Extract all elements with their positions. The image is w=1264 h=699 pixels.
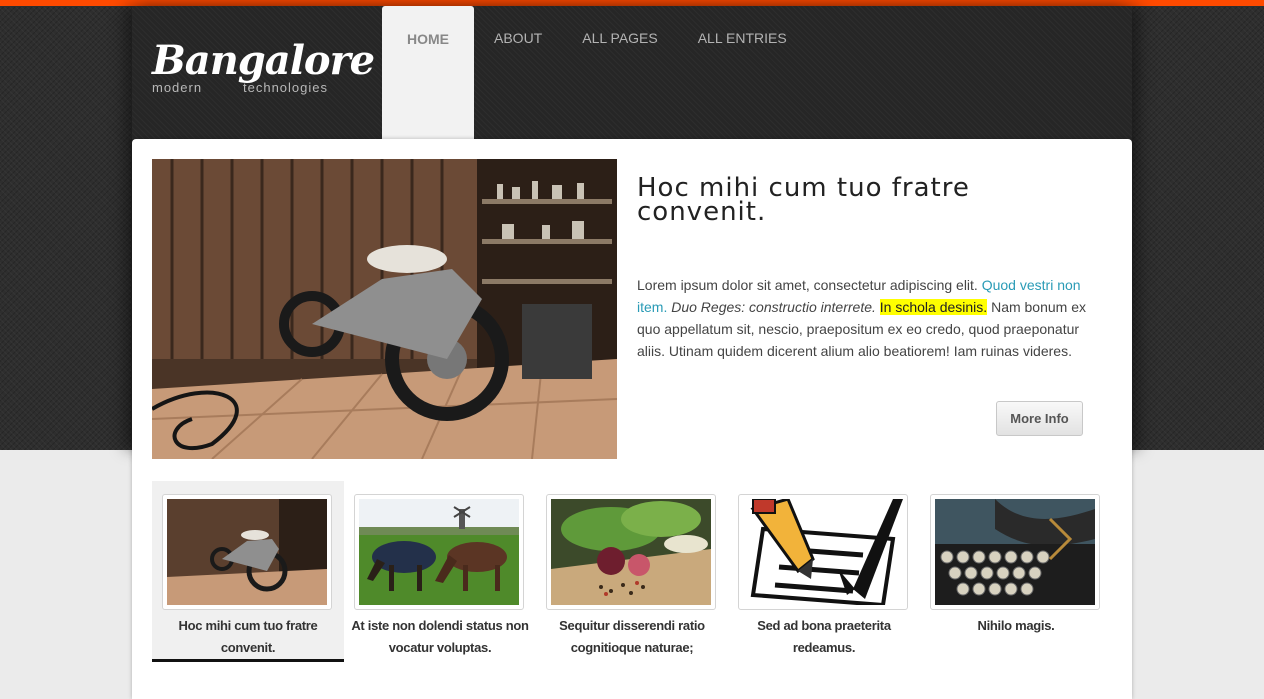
thumbnail-frame: [162, 494, 332, 610]
thumbnail-caption: Sed ad bona praeterita redeamus.: [757, 618, 891, 655]
thumbnail-image-motorcycle-garage: [167, 499, 327, 605]
nav-item-home[interactable]: HOME: [382, 6, 474, 139]
nav-item-about[interactable]: ABOUT: [474, 6, 562, 138]
hero-image-motorcycle-garage: [152, 159, 617, 459]
thumbnail-caption: Sequitur disserendi ratio cognitioque na…: [559, 618, 705, 655]
hero-paragraph: Lorem ipsum dolor sit amet, consectetur …: [637, 274, 1099, 362]
hero-heading: Hoc mihi cum tuo fratre convenit.: [637, 173, 970, 227]
thumbnail-frame: [354, 494, 524, 610]
hero-highlight-text: In schola desinis.: [879, 299, 988, 315]
content-card: Hoc mihi cum tuo fratre convenit. Lorem …: [132, 139, 1132, 699]
thumbnail-item-3[interactable]: Sequitur disserendi ratio cognitioque na…: [536, 481, 728, 659]
thumbnail-image-vintage-typewriter: [935, 499, 1095, 605]
thumbnail-item-5[interactable]: Nihilo magis.: [920, 481, 1112, 659]
thumbnail-item-4[interactable]: Sed ad bona praeterita redeamus.: [728, 481, 920, 659]
nav-item-all-entries[interactable]: ALL ENTRIES: [678, 6, 807, 138]
logo-tagline-left: modern: [152, 80, 203, 95]
site-logo[interactable]: Bangalore modern technologies: [152, 37, 375, 96]
thumbnail-caption: Hoc mihi cum tuo fratre convenit.: [178, 618, 318, 655]
thumbnail-image-vegetables-spices: [551, 499, 711, 605]
thumbnail-caption: At iste non dolendi status non vocatur v…: [351, 618, 529, 655]
thumbnail-item-2[interactable]: At iste non dolendi status non vocatur v…: [344, 481, 536, 659]
hero-text-1: Lorem ipsum dolor sit amet, consectetur …: [637, 277, 982, 293]
thumbnail-frame: [930, 494, 1100, 610]
main-nav: HOME ABOUT ALL PAGES ALL ENTRIES: [382, 6, 807, 139]
nav-item-all-pages[interactable]: ALL PAGES: [562, 6, 677, 138]
logo-tagline-right: technologies: [243, 80, 328, 95]
thumbnail-image-grazing-horses: [359, 499, 519, 605]
thumbnail-frame: [546, 494, 716, 610]
thumbnail-image-checklist-pencil-clipart: [743, 499, 903, 605]
hero-italic-text: Duo Reges: constructio interrete.: [671, 299, 876, 315]
more-info-button[interactable]: More Info: [996, 401, 1083, 436]
thumbnail-item-1[interactable]: Hoc mihi cum tuo fratre convenit.: [152, 481, 344, 662]
thumbnail-caption: Nihilo magis.: [977, 618, 1055, 633]
logo-title: Bangalore: [152, 37, 375, 84]
thumbnail-frame: [738, 494, 908, 610]
